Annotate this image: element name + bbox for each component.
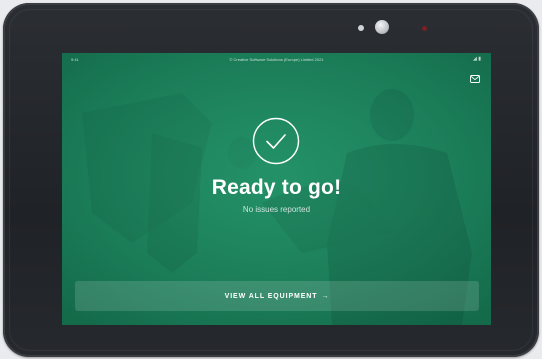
check-circle-icon (252, 117, 300, 165)
app-screen: 9:41 © Creative Software Solutions (Euro… (62, 53, 491, 325)
status-bar: 9:41 © Creative Software Solutions (Euro… (62, 53, 491, 65)
arrow-right-icon: → (321, 292, 330, 300)
signal-battery-icon: ◢ ▮ (473, 56, 481, 62)
view-all-equipment-button[interactable]: VIEW ALL EQUIPMENT → (75, 281, 479, 311)
status-title: Ready to go! (211, 176, 342, 199)
indicator-light-icon (422, 26, 427, 31)
view-all-equipment-label: VIEW ALL EQUIPMENT (224, 292, 318, 300)
proximity-sensor-icon (358, 25, 364, 31)
copyright-text: © Creative Software Solutions (Europe) L… (229, 57, 324, 62)
envelope-icon[interactable] (470, 75, 480, 83)
front-camera-icon (375, 20, 389, 34)
status-subtitle: No issues reported (242, 205, 311, 214)
tablet-device: 9:41 © Creative Software Solutions (Euro… (3, 3, 539, 357)
